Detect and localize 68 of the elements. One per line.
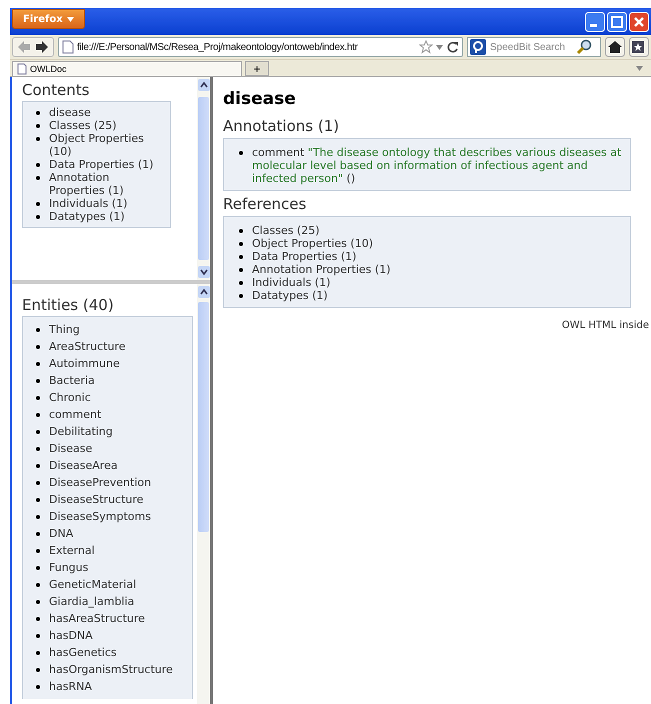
star-icon[interactable]: [419, 40, 433, 54]
entity-link[interactable]: comment: [49, 408, 102, 421]
entity-link[interactable]: Autoimmune: [49, 357, 120, 370]
minimize-icon[interactable]: [585, 12, 605, 32]
entity-link[interactable]: DiseaseSymptoms: [49, 510, 151, 523]
entity-link[interactable]: hasAreaStructure: [49, 612, 145, 625]
annotation-text: comment "The disease ontology that describes various diseases at molecular level based on information of infectious agent and infected person" (): [252, 146, 622, 185]
page-icon: [62, 40, 74, 54]
entity-link[interactable]: Chronic: [49, 391, 91, 404]
search-icon[interactable]: [576, 39, 592, 55]
reference-link[interactable]: Individuals (1): [252, 276, 330, 289]
reference-link[interactable]: Object Properties (10): [252, 237, 373, 250]
reference-link[interactable]: Datatypes (1): [252, 289, 328, 302]
entity-link[interactable]: Thing: [49, 323, 80, 336]
contents-link[interactable]: Individuals (1): [49, 197, 166, 210]
entity-link[interactable]: Giardia_lamblia: [49, 595, 134, 608]
contents-link[interactable]: Datatypes (1): [49, 210, 166, 223]
entity-link[interactable]: Disease: [49, 442, 92, 455]
entity-link[interactable]: hasGenetics: [49, 646, 117, 659]
scrollbar[interactable]: [197, 77, 210, 280]
home-icon[interactable]: [605, 37, 625, 57]
entity-link[interactable]: hasOrganismStructure: [49, 663, 173, 676]
reference-link[interactable]: Annotation Properties (1): [252, 263, 390, 276]
entities-heading: Entities (40): [22, 296, 115, 314]
forward-icon[interactable]: [35, 40, 49, 54]
contents-link[interactable]: Classes (25): [49, 119, 166, 132]
close-icon[interactable]: [629, 12, 649, 32]
references-heading: References: [223, 195, 308, 213]
back-forward-buttons[interactable]: [12, 37, 54, 57]
entity-link[interactable]: Debilitating: [49, 425, 113, 438]
property-link[interactable]: comment: [252, 146, 304, 159]
address-bar[interactable]: file:///E:/Personal/MSc/Resea_Proj/makeontology/ontoweb/index.htr: [58, 37, 463, 57]
contents-link[interactable]: Data Properties (1): [49, 158, 166, 171]
page-icon: [17, 63, 27, 75]
scroll-up-icon[interactable]: [198, 79, 210, 91]
entity-link[interactable]: hasDNA: [49, 629, 93, 642]
entity-link[interactable]: External: [49, 544, 95, 557]
entity-link[interactable]: DiseaseStructure: [49, 493, 144, 506]
scrollbar[interactable]: [197, 284, 210, 704]
reference-link[interactable]: Classes (25): [252, 224, 320, 237]
entity-link[interactable]: Fungus: [49, 561, 88, 574]
footer-link[interactable]: OWL HTML inside: [562, 320, 649, 331]
contents-link[interactable]: disease: [49, 106, 166, 119]
bookmarks-icon[interactable]: [629, 37, 649, 57]
entity-link[interactable]: DNA: [49, 527, 74, 540]
scroll-down-icon[interactable]: [198, 266, 210, 278]
tab-list-icon[interactable]: [636, 66, 643, 71]
entity-link[interactable]: DiseaseArea: [49, 459, 118, 472]
caret-icon: [66, 16, 74, 22]
reload-icon[interactable]: [446, 40, 459, 54]
search-bar[interactable]: SpeedBit Search: [467, 37, 601, 57]
maximize-icon[interactable]: [607, 12, 627, 32]
browser-tab[interactable]: OWLDoc: [12, 61, 242, 76]
reference-link[interactable]: Data Properties (1): [252, 250, 356, 263]
contents-link[interactable]: Annotation Properties (1): [49, 171, 166, 197]
dropdown-icon[interactable]: [436, 44, 443, 50]
new-tab-button[interactable]: +: [245, 61, 269, 76]
entity-link[interactable]: Bacteria: [49, 374, 95, 387]
scroll-up-icon[interactable]: [198, 286, 210, 298]
entity-link[interactable]: GeneticMaterial: [49, 578, 136, 591]
annotations-heading: Annotations (1): [223, 117, 340, 135]
entity-link[interactable]: DiseasePrevention: [49, 476, 152, 489]
entity-link[interactable]: hasRNA: [49, 680, 92, 693]
contents-heading: Contents: [22, 81, 90, 99]
search-engine-icon[interactable]: [470, 39, 486, 55]
contents-link[interactable]: Object Properties (10): [49, 132, 166, 158]
entity-link[interactable]: AreaStructure: [49, 340, 126, 353]
page-title: disease: [223, 89, 297, 109]
